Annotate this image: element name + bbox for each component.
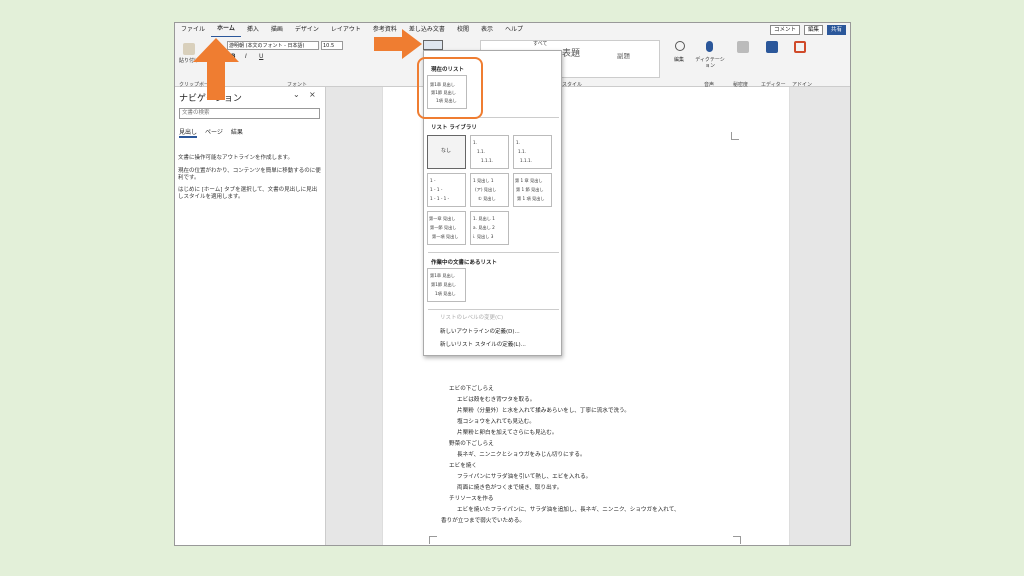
doc-line: エビを焼いたフライパンに、サラダ油を追加し、長ネギ、ニンニク、ショウガを入れて、 bbox=[457, 507, 680, 513]
doc-line: 香りが立つまで弱火でいためる。 bbox=[441, 518, 525, 524]
edit-mode-button[interactable]: 編集 bbox=[803, 25, 823, 35]
close-icon[interactable]: × bbox=[309, 90, 316, 99]
editor-icon[interactable] bbox=[766, 41, 778, 53]
list-preview-text: 1.1.1. bbox=[481, 158, 493, 163]
list-preview-text: a. 見出し 2 bbox=[473, 225, 495, 230]
font-name-select[interactable]: 游明朝 (本文のフォント - 日本語) bbox=[227, 41, 319, 50]
list-none-label: なし bbox=[441, 148, 452, 154]
nav-search-input[interactable]: 文書の検索 bbox=[179, 108, 320, 119]
list-preview-text: 1. bbox=[473, 140, 477, 145]
list-preview-text: 第 1 節 見出し bbox=[516, 187, 544, 192]
tab-home[interactable]: ホーム bbox=[211, 23, 241, 38]
list-library-option[interactable]: 第 1 章 見出し 第 1 節 見出し 第 1 項 見出し bbox=[513, 173, 552, 207]
list-preview-text: 1項 見出し bbox=[435, 291, 456, 296]
menu-bar: ファイル ホーム 挿入 描画 デザイン レイアウト 参考資料 差し込み文書 校閲… bbox=[175, 23, 850, 38]
list-library-option[interactable]: 1. 見出し 1 a. 見出し 2 i. 見出し 3 bbox=[470, 211, 509, 245]
doc-line: 塩コショウを入れても見込む。 bbox=[457, 419, 535, 425]
chevron-down-icon[interactable]: ⌄ bbox=[293, 90, 300, 99]
list-preview-text: 1 - bbox=[430, 178, 436, 183]
style-all-label[interactable]: すべて bbox=[533, 41, 547, 47]
nav-tab-pages[interactable]: ページ bbox=[205, 127, 223, 138]
divider bbox=[428, 252, 559, 253]
style-subtitle[interactable]: 副題 bbox=[617, 53, 630, 60]
italic-button[interactable]: I bbox=[245, 54, 247, 60]
share-button[interactable]: 共有 bbox=[826, 25, 846, 35]
list-library-option[interactable]: 1 見出し 1 (ア) 見出し ① 見出し bbox=[470, 173, 509, 207]
list-preview-text: 1 - 1 - bbox=[430, 187, 443, 192]
divider bbox=[428, 309, 559, 310]
define-outline-item[interactable]: 新しいアウトラインの定義(D)... bbox=[440, 327, 520, 335]
sensitivity-icon[interactable] bbox=[737, 41, 749, 53]
list-preview-text: 第一項 見出し bbox=[432, 234, 459, 239]
font-size-select[interactable]: 10.5 bbox=[321, 41, 343, 50]
underline-button[interactable]: U bbox=[259, 54, 263, 60]
nav-tab-headings[interactable]: 見出し bbox=[179, 127, 198, 138]
doc-line: 片栗粉（分量外）と水を入れて揉みあらいをし、丁寧に流水で洗う。 bbox=[457, 408, 630, 414]
doc-heading: エビを焼く bbox=[449, 463, 477, 469]
doc-line: 片栗粉と卵白を加えてさらにも見込む。 bbox=[457, 430, 558, 436]
tab-file[interactable]: ファイル bbox=[175, 23, 211, 37]
margin-mark bbox=[731, 132, 739, 140]
bullet-list-button[interactable] bbox=[423, 40, 443, 50]
list-preview-text: ① 見出し bbox=[478, 196, 496, 201]
list-preview-text: 1. 見出し 1 bbox=[473, 216, 495, 221]
doc-heading: 野菜の下ごしらえ bbox=[449, 441, 494, 447]
doc-line: フライパンにサラダ油を引いて熱し、エビを入れる。 bbox=[457, 474, 592, 480]
list-library-heading: リスト ライブラリ bbox=[431, 125, 477, 131]
style-heading[interactable]: 表題 bbox=[562, 50, 580, 59]
list-preview-text: 第1章 見出し bbox=[430, 273, 455, 278]
margin-mark bbox=[429, 536, 437, 544]
change-list-level-item: リストのレベルの変更(C) bbox=[440, 315, 504, 321]
up-arrow-icon bbox=[193, 38, 239, 100]
tab-design[interactable]: デザイン bbox=[289, 23, 325, 37]
list-library-option[interactable]: 1 - 1 - 1 - 1 - 1 - 1 - bbox=[427, 173, 466, 207]
doc-line: 長ネギ、ニンニクとショウガをみじん切りにする。 bbox=[457, 452, 586, 458]
navigation-pane: ナビゲーション ⌄ × 文書の検索 見出し ページ 結果 文書に操作可能なアウト… bbox=[175, 87, 326, 545]
list-preview-text: (ア) 見出し bbox=[475, 187, 497, 192]
right-arrow-icon bbox=[374, 29, 422, 59]
define-list-style-item[interactable]: 新しいリスト スタイルの定義(L)... bbox=[440, 340, 526, 348]
nav-tab-results[interactable]: 結果 bbox=[231, 127, 243, 138]
list-preview-text: 1.1. bbox=[477, 149, 485, 154]
list-library-option[interactable]: 第一章 見出し 第一節 見出し 第一項 見出し bbox=[427, 211, 466, 245]
list-preview-text: 第 1 項 見出し bbox=[517, 196, 545, 201]
microphone-icon[interactable] bbox=[706, 41, 713, 52]
doc-heading: チリソースを作る bbox=[449, 496, 494, 502]
document-lists-heading: 作業中の文書にあるリスト bbox=[431, 260, 498, 266]
list-preview-text: 1.1. bbox=[518, 149, 526, 154]
list-preview-text: 第 1 章 見出し bbox=[515, 178, 543, 183]
list-preview-text: 1 - 1 - 1 - bbox=[430, 196, 450, 201]
doc-heading: エビの下ごしらえ bbox=[449, 386, 494, 392]
list-none-option[interactable]: なし bbox=[427, 135, 466, 169]
list-preview-text: i. 見出し 3 bbox=[473, 234, 494, 239]
nav-help-text-1: 文書に操作可能なアウトラインを作成します。 bbox=[178, 155, 293, 161]
tab-draw[interactable]: 描画 bbox=[265, 23, 289, 37]
tab-layout[interactable]: レイアウト bbox=[325, 23, 367, 37]
comment-button[interactable]: コメント bbox=[769, 25, 800, 35]
edit-label[interactable]: 編集 bbox=[674, 57, 684, 63]
tab-view[interactable]: 表示 bbox=[475, 23, 499, 37]
list-preview-text: 1.1.1. bbox=[520, 158, 532, 163]
margin-mark bbox=[733, 536, 741, 544]
list-library-option[interactable]: 1. 1.1. 1.1.1. bbox=[470, 135, 509, 169]
nav-help-text-3: はじめに [ホーム] タブを選択して、文書の見出しに見出しスタイルを適用します。 bbox=[178, 187, 318, 200]
list-preview-text: 第一節 見出し bbox=[430, 225, 457, 230]
doc-line: エビは殻をむき背ワタを取る。 bbox=[457, 397, 536, 403]
list-preview-text: 第一章 見出し bbox=[429, 216, 456, 221]
current-list-highlight bbox=[417, 57, 483, 119]
doc-line: 両面に焼き色がつくまで焼き、取り出す。 bbox=[457, 485, 563, 491]
document-list-option[interactable]: 第1章 見出し 第1節 見出し 1項 見出し bbox=[427, 268, 466, 302]
list-library-option[interactable]: 1. 1.1. 1.1.1. bbox=[513, 135, 552, 169]
tab-help[interactable]: ヘルプ bbox=[499, 23, 529, 37]
list-preview-text: 1. bbox=[516, 140, 520, 145]
tab-insert[interactable]: 挿入 bbox=[241, 23, 265, 37]
list-preview-text: 1 見出し 1 bbox=[473, 178, 494, 183]
tab-review[interactable]: 校閲 bbox=[451, 23, 475, 37]
addin-icon[interactable] bbox=[794, 41, 806, 53]
list-preview-text: 第1節 見出し bbox=[431, 282, 456, 287]
search-icon[interactable] bbox=[675, 41, 685, 51]
nav-help-text-2: 現在の位置がわかり、コンテンツを簡単に移動するのに便利です。 bbox=[178, 168, 321, 181]
dictate-label[interactable]: ディクテーション bbox=[695, 57, 725, 69]
